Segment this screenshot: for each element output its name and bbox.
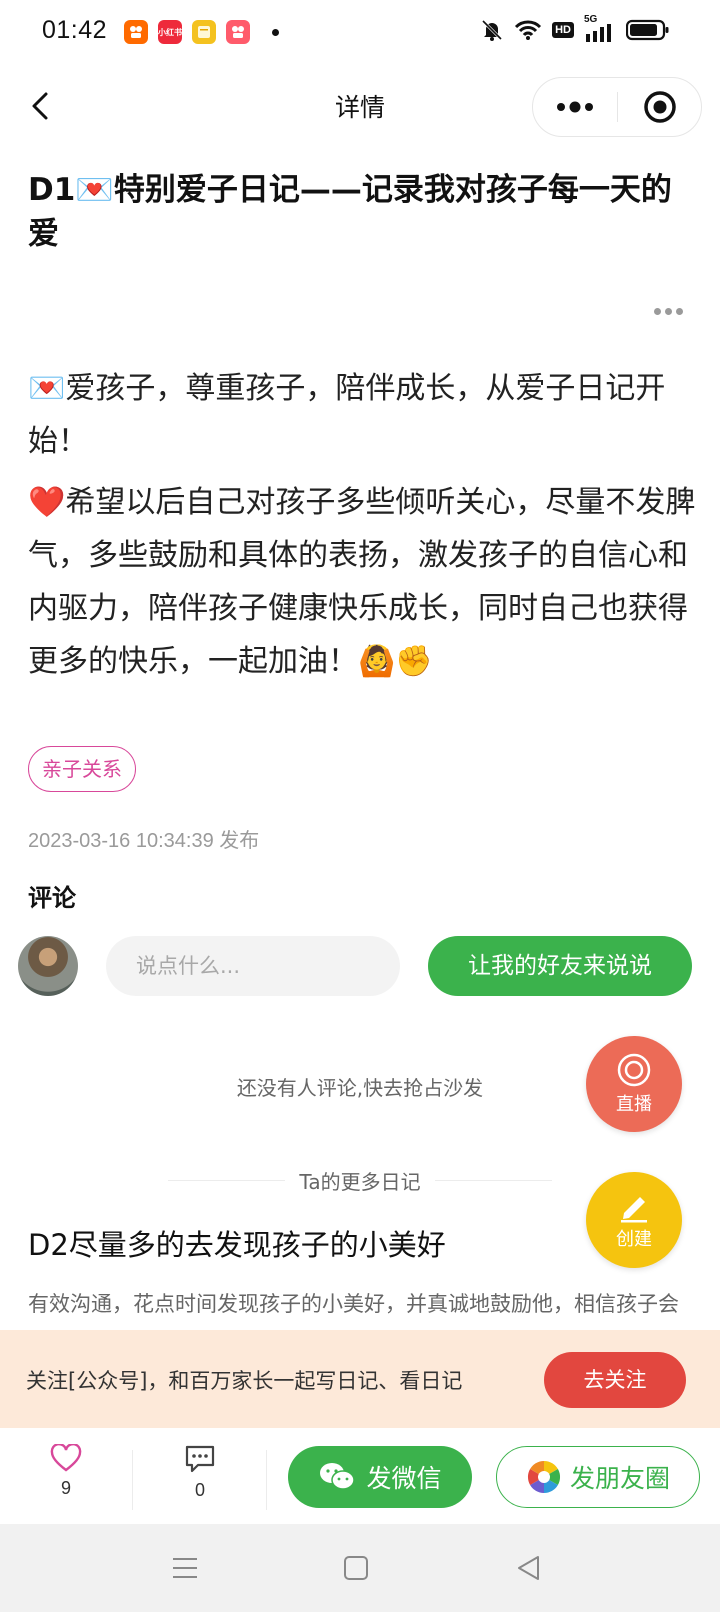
follow-banner: 关注[公众号]，和百万家长一起写日记、看日记 去关注 [0,1330,720,1428]
share-moments-button[interactable]: 发朋友圈 [496,1446,700,1508]
live-icon [617,1053,651,1087]
kuaishou-app-icon [124,20,148,44]
notification-dot-icon [272,28,279,36]
create-button[interactable]: 创建 [586,1172,682,1268]
battery-icon [626,19,669,41]
dot-icon [653,307,661,315]
xiaohongshu-app-icon: 小红书 [158,20,182,44]
capsule-more-button[interactable] [533,78,617,136]
topic-tag[interactable]: 亲子关系 [28,746,136,792]
kuaishou-2-app-icon [226,20,250,44]
status-app-icons: 小红书 [124,20,279,44]
comment-count: 0 [194,1480,205,1500]
more-diaries-divider: Ta的更多日记 [168,1166,553,1195]
diary-item-excerpt[interactable]: 有效沟通，花点时间发现孩子的小美好，并真诚地鼓励他，相信孩子会朝着想要的样子慢慢… [28,1284,688,1332]
comment-bubble-icon [185,1445,215,1473]
mute-bell-icon [482,19,503,41]
home-button[interactable] [336,1548,376,1588]
create-label: 创建 [616,1229,652,1250]
triangle-back-icon [518,1556,539,1580]
comments-heading: 评论 [28,884,76,912]
avatar [18,936,78,996]
wechat-icon [320,1463,356,1490]
share-wechat-button[interactable]: 发微信 [288,1446,472,1508]
moments-icon [527,1461,561,1493]
hd-icon: HD [552,22,574,38]
comment-input[interactable]: 说点什么... [106,936,400,996]
like-count: 9 [60,1478,71,1498]
action-divider [132,1450,133,1510]
publish-timestamp: 2023-03-16 10:34:39 [28,830,214,852]
more-dots-icon [557,101,593,113]
publish-suffix: 发布 [219,828,260,852]
pencil-icon [621,1197,647,1223]
notes-app-icon [192,20,216,44]
diary-item-title[interactable]: D2尽量多的去发现孩子的小美好 [28,1222,446,1264]
live-label: 直播 [616,1094,652,1115]
live-button[interactable]: 直播 [586,1036,682,1132]
menu-button[interactable] [165,1548,205,1588]
like-button[interactable]: 9 [26,1442,106,1499]
article-paragraph: 💌爱孩子，尊重孩子，陪伴成长，从爱子日记开始！ [28,371,666,459]
dot-icon [675,307,683,315]
divider-line [168,1180,286,1181]
xiaohongshu-app-text: 小红书 [158,27,182,37]
wifi-icon [515,20,542,40]
system-back-button[interactable] [508,1548,548,1588]
divider-line [434,1180,553,1181]
share-wechat-label: 发微信 [366,1464,442,1493]
capsule-close-button[interactable] [618,78,702,136]
menu-lines-icon [173,1558,197,1578]
publish-time: 2023-03-16 10:34:39 发布 [28,824,259,853]
share-moments-label: 发朋友圈 [569,1464,670,1493]
home-square-icon [344,1556,368,1580]
article-title: D1💌特别爱子日记——记录我对孩子每一天的爱 [28,172,672,252]
status-indicators: HD 5G [480,14,670,42]
miniprogram-capsule [532,77,702,137]
signal-icon: 5G [584,14,616,42]
heart-icon [50,1442,82,1472]
follow-banner-text: 关注[公众号]，和百万家长一起写日记、看日记 [26,1369,463,1393]
system-navigation-bar [0,1524,720,1612]
action-divider [266,1450,267,1510]
follow-button[interactable]: 去关注 [544,1352,686,1408]
comment-button[interactable]: 0 [160,1444,240,1501]
target-close-icon [644,91,676,123]
more-diaries-label: Ta的更多日记 [299,1170,421,1194]
article-more-button[interactable] [650,300,686,322]
bottom-action-bar: 9 0 发微信 发朋友圈 [0,1428,720,1524]
status-time: 01:42 [42,16,108,44]
status-bar: 01:42 小红书 HD 5G [0,0,720,64]
dot-icon [664,307,672,315]
nav-bar: 详情 [0,64,720,150]
article-paragraph: ❤️希望以后自己对孩子多些倾听关心，尽量不发脾气，多些鼓励和具体的表扬，激发孩子… [28,485,696,679]
invite-friends-button[interactable]: 让我的好友来说说 [428,936,692,996]
